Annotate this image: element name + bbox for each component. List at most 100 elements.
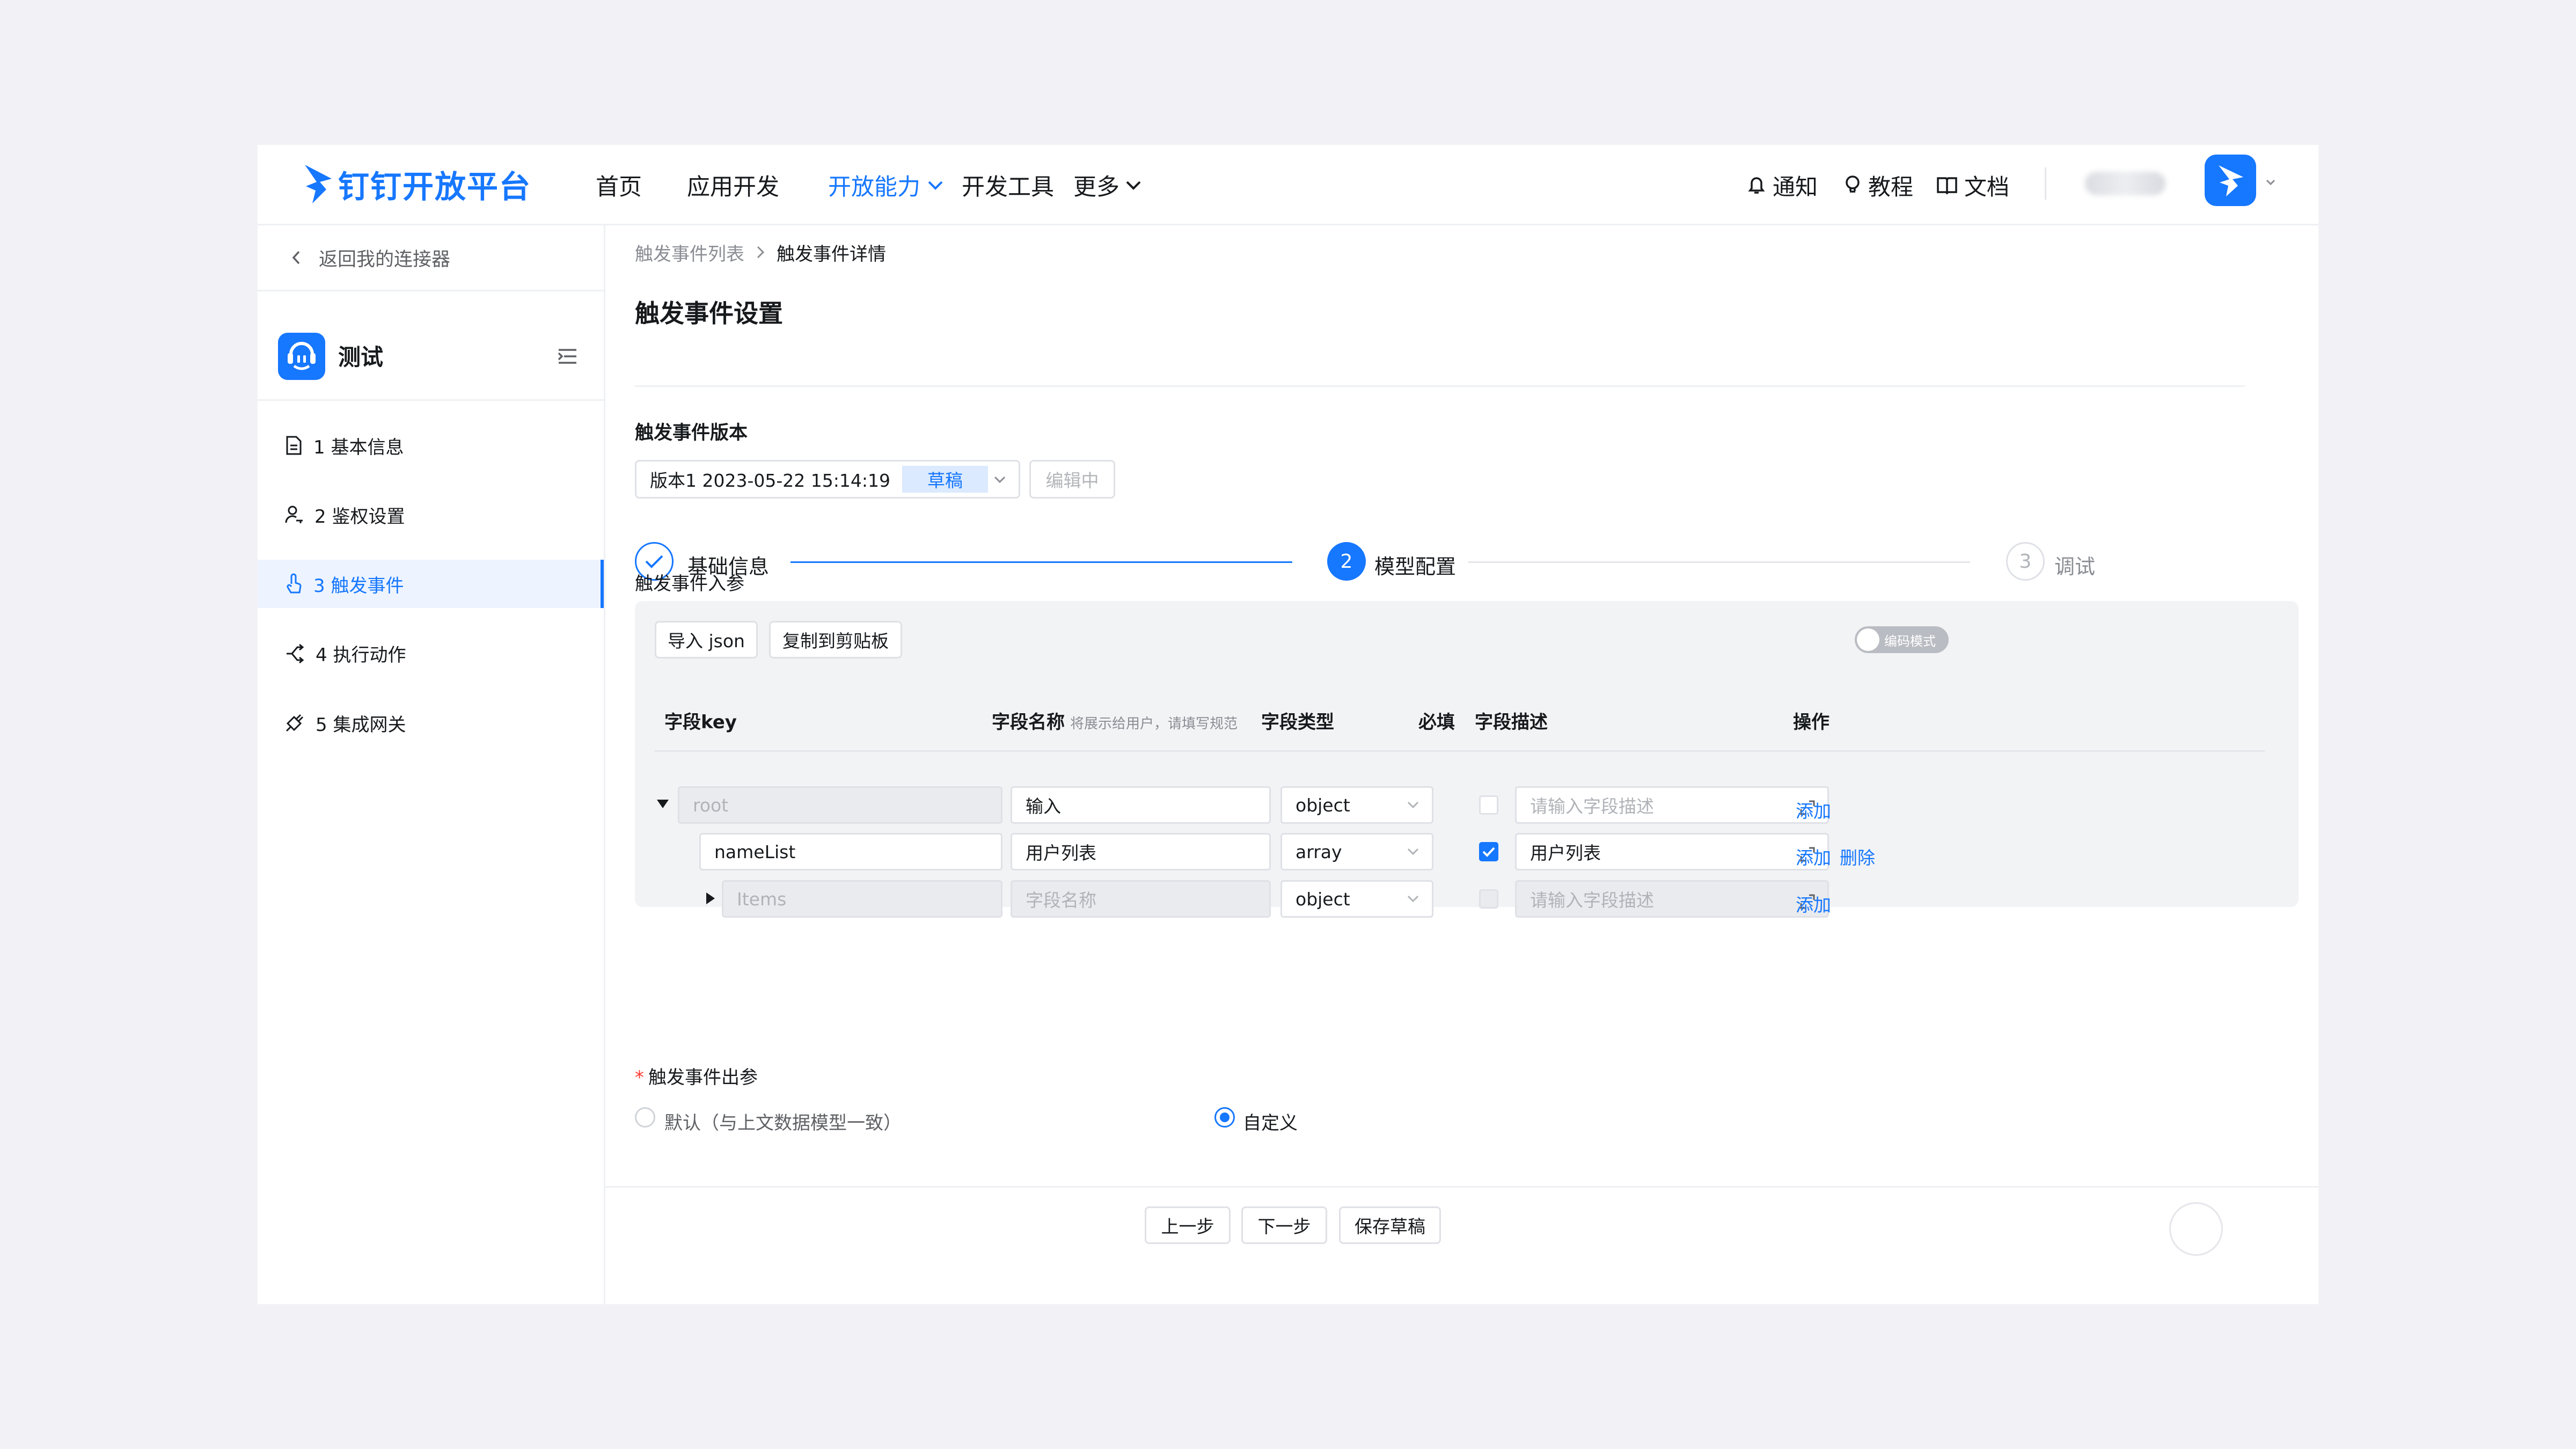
tutorial-link[interactable]: 教程 [1843,145,1913,225]
sidebar-item-label: 4 执行动作 [316,644,406,666]
delete-field-link[interactable]: 删除 [1840,844,1875,869]
editing-status-badge: 编辑中 [1029,460,1115,499]
required-checkbox[interactable] [1479,842,1498,861]
field-type-select[interactable]: object [1280,786,1433,824]
field-desc-input[interactable]: 请输入字段描述 [1515,786,1829,824]
document-icon [286,436,302,455]
input-params-panel: 导入 json 复制到剪贴板 编码模式 字段key 字段名称 将展示给用户，请填写… [635,601,2299,918]
copy-clipboard-button[interactable]: 复制到剪贴板 [769,621,902,658]
docs-label: 文档 [1964,173,2010,200]
radio-default[interactable] [635,1107,655,1128]
floating-help-button[interactable] [2169,1202,2223,1256]
add-field-link[interactable]: 添加 [1796,797,1831,823]
share-icon [287,643,304,663]
code-mode-toggle[interactable]: 编码模式 [1855,626,1949,653]
step-2-current: 2 [1327,542,1366,581]
output-params-heading-label: 触发事件出参 [648,1067,758,1088]
field-name-input[interactable]: 输入 [1011,786,1271,824]
column-header-desc: 字段描述 [1475,712,1548,733]
pointer-icon [287,573,302,594]
top-nav: 钉钉开放平台 首页 应用开发 开放能力 开发工具 更多 通知 教程 文档 [258,145,2318,225]
toggle-knob [1857,628,1879,651]
caret-down-icon[interactable] [655,798,670,810]
back-label: 返回我的连接器 [319,248,451,270]
sidebar-item-label: 1 基本信息 [313,436,404,458]
step-3-pending: 3 [2006,542,2045,581]
tutorial-label: 教程 [1868,173,1914,200]
avatar[interactable] [2205,155,2256,206]
field-type-select[interactable]: object [1280,880,1433,918]
chevron-left-icon [292,251,300,265]
nav-more[interactable]: 更多 [1073,145,1143,225]
prev-step-button[interactable]: 上一步 [1145,1206,1231,1244]
nav-open-capability[interactable]: 开放能力 [828,145,945,225]
breadcrumb-current: 触发事件详情 [777,243,886,265]
field-name-input[interactable]: 用户列表 [1011,833,1271,870]
sidebar-item-basic-info[interactable]: 1 基本信息 [258,421,604,470]
breadcrumb-parent[interactable]: 触发事件列表 [635,239,744,266]
breadcrumb: 触发事件列表 触发事件详情 [635,225,886,279]
next-step-button[interactable]: 下一步 [1241,1206,1327,1244]
chevron-down-icon [1126,181,1141,190]
field-desc-placeholder: 请输入字段描述 [1530,890,1654,911]
draft-tag: 草稿 [902,466,988,493]
nav-divider [2045,167,2046,200]
required-checkbox[interactable] [1479,795,1498,815]
notify-link[interactable]: 通知 [1747,145,1818,225]
field-desc-input[interactable]: 用户列表 [1515,833,1829,870]
caret-right-icon[interactable] [705,891,716,906]
field-name-input: 字段名称 [1011,880,1271,918]
footer-bar: 上一步 下一步 保存草稿 [605,1186,2318,1304]
field-desc-value: 用户列表 [1530,843,1601,863]
dingtalk-avatar-icon [2219,165,2243,196]
check-icon [1482,847,1495,857]
save-draft-button[interactable]: 保存草稿 [1339,1206,1441,1244]
field-type-select[interactable]: array [1280,833,1433,870]
brand-name: 钉钉开放平台 [338,169,532,205]
user-key-icon [285,506,303,523]
add-field-link[interactable]: 添加 [1796,844,1831,869]
app-name: 测试 [338,344,384,370]
sidebar-item-trigger-events[interactable]: 3 触发事件 [258,560,604,608]
bell-icon [1748,177,1765,194]
app-icon [278,333,325,380]
user-name-blurred [2085,172,2165,195]
collapse-menu-icon[interactable] [555,345,580,369]
nav-home[interactable]: 首页 [596,145,642,225]
chevron-right-icon [757,246,765,259]
version-select[interactable]: 版本1 2023-05-22 15:14:19 草稿 [635,460,1020,499]
field-key-input: Items [722,880,1002,918]
sidebar-item-gateway[interactable]: 5 集成网关 [258,699,604,747]
nav-dev-tools[interactable]: 开发工具 [962,145,1054,225]
radio-custom[interactable] [1214,1107,1235,1128]
field-key-input: root [678,786,1002,824]
brand-logo[interactable]: 钉钉开放平台 [301,155,531,214]
book-icon [1937,177,1957,195]
field-type-value: object [1296,888,1350,910]
notify-label: 通知 [1773,173,1818,200]
chevron-down-icon[interactable] [2265,178,2277,187]
chevron-down-icon [1407,801,1419,809]
column-header-name-hint: 将展示给用户，请填写规范 [1070,716,1238,732]
chevron-down-icon [1407,848,1419,855]
radio-default-label: 默认（与上文数据模型一致） [664,1113,902,1134]
nav-app-dev[interactable]: 应用开发 [687,145,779,225]
back-to-connectors[interactable]: 返回我的连接器 [290,231,450,284]
output-params-heading: * 触发事件出参 [635,1063,758,1089]
docs-link[interactable]: 文档 [1936,145,2009,225]
app-window: 钉钉开放平台 首页 应用开发 开放能力 开发工具 更多 通知 教程 文档 返回我… [258,145,2318,1304]
add-field-link[interactable]: 添加 [1796,891,1831,917]
check-icon [645,555,663,568]
field-desc-input: 请输入字段描述 [1515,880,1829,918]
import-json-button[interactable]: 导入 json [655,621,758,658]
column-header-action: 操作 [1793,712,1829,733]
sidebar-item-auth[interactable]: 2 鉴权设置 [258,491,604,539]
field-key-input[interactable]: nameList [699,833,1002,870]
sidebar: 返回我的连接器 测试 1 基本信息 2 鉴权设置 3 触发事件 4 执行动作 5… [258,225,605,1304]
sidebar-item-actions[interactable]: 4 执行动作 [258,629,604,677]
required-asterisk: * [635,1067,644,1088]
version-heading: 触发事件版本 [635,422,748,444]
divider [635,385,2245,387]
sidebar-item-label: 2 鉴权设置 [314,506,405,528]
page-title: 触发事件设置 [635,299,783,328]
